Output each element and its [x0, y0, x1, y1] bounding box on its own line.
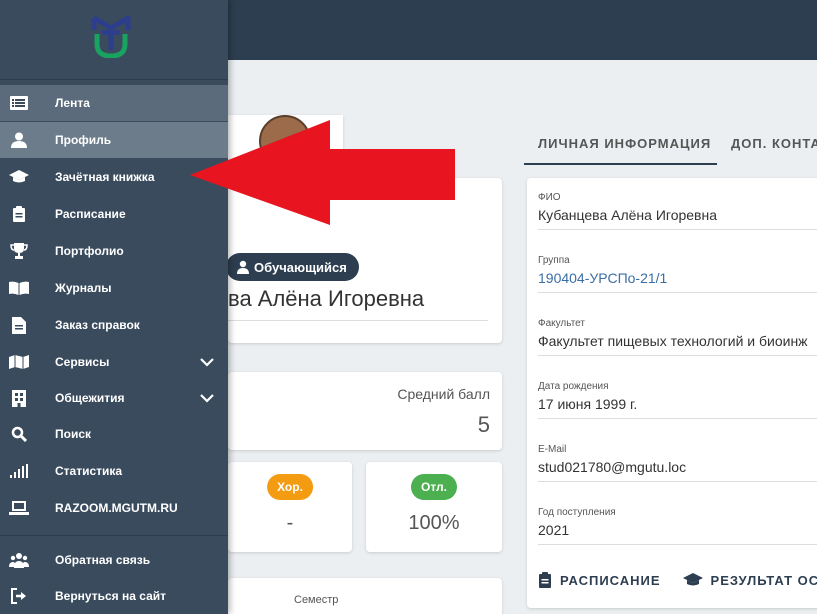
book-open-icon	[9, 278, 29, 298]
email-field: E-Mail stud021780@mgutu.loc	[538, 444, 817, 482]
tab-personal-info[interactable]: ЛИЧНАЯ ИНФОРМАЦИЯ	[538, 136, 711, 151]
chevron-down-icon[interactable]	[198, 353, 216, 371]
personal-info-card: ФИО Кубанцева Алёна Игоревна Группа 1904…	[527, 178, 817, 608]
divider	[228, 320, 488, 321]
signal-bars-icon	[9, 461, 29, 481]
sidebar-item-certificates[interactable]: Заказ справок	[0, 307, 228, 343]
group-field: Группа 190404-УРСПо-21/1	[538, 255, 817, 293]
info-actions: РАСПИСАНИЕ РЕЗУЛЬТАТ ОС	[538, 572, 817, 588]
schedule-button[interactable]: РАСПИСАНИЕ	[538, 572, 661, 588]
semester-label: Семестр	[294, 594, 339, 606]
results-button[interactable]: РЕЗУЛЬТАТ ОС	[682, 572, 817, 588]
fio-label: ФИО	[538, 192, 561, 203]
grade-value: 100%	[408, 512, 460, 534]
grade-label: Отл.	[410, 474, 458, 500]
grade-card-good: Хор. -	[228, 462, 352, 552]
sidebar-item-label: Статистика	[55, 464, 123, 478]
grade-card-excellent: Отл. 100%	[366, 462, 502, 552]
sidebar-item-feed[interactable]: Лента	[0, 85, 228, 121]
document-icon	[9, 315, 29, 335]
sidebar-item-portfolio[interactable]: Портфолио	[0, 233, 228, 269]
laptop-icon	[9, 498, 29, 518]
user-icon	[237, 260, 249, 274]
sidebar-item-label: Расписание	[55, 207, 126, 221]
sidebar-item-dormitories[interactable]: Общежития	[0, 380, 228, 416]
annotation-arrow-icon	[190, 120, 455, 225]
user-icon	[9, 130, 29, 150]
sidebar-item-label: Поиск	[55, 427, 92, 441]
grade-label: Хор.	[267, 474, 313, 500]
role-badge-label: Обучающийся	[254, 259, 347, 275]
tab-contacts[interactable]: ДОП. КОНТА	[731, 136, 817, 151]
profile-tabs: ЛИЧНАЯ ИНФОРМАЦИЯ ДОП. КОНТА	[524, 126, 817, 166]
sign-out-icon	[9, 586, 29, 606]
average-score-card: Средний балл 5	[228, 372, 502, 450]
graduation-cap-icon	[682, 573, 703, 586]
schedule-button-label: РАСПИСАНИЕ	[560, 572, 661, 588]
sidebar-item-label: Лента	[55, 96, 90, 110]
group-label: Группа	[538, 255, 570, 266]
sidebar-item-label: Вернуться на сайт	[55, 589, 167, 603]
tab-active-indicator	[524, 163, 717, 165]
chevron-down-icon[interactable]	[198, 389, 216, 407]
enrollment-year-field: Год поступления 2021	[538, 507, 817, 545]
university-logo	[91, 16, 131, 58]
semester-card: Семестр	[228, 578, 502, 614]
sidebar-item-label: Сервисы	[55, 355, 110, 369]
users-icon	[9, 550, 29, 570]
birth-date-value: 17 июня 1999 г.	[538, 396, 817, 419]
birth-date-label: Дата рождения	[538, 381, 609, 392]
student-name: ва Алёна Игоревна	[228, 286, 425, 311]
faculty-value: Факультет пищевых технологий и биоинж	[538, 333, 817, 356]
sidebar: Лента Профиль Зачётная книжка Расписание…	[0, 0, 228, 614]
faculty-label: Факультет	[538, 318, 585, 329]
sidebar-item-services[interactable]: Сервисы	[0, 344, 228, 380]
sidebar-item-journals[interactable]: Журналы	[0, 270, 228, 306]
enrollment-year-label: Год поступления	[538, 507, 616, 518]
enrollment-year-value: 2021	[538, 522, 817, 545]
map-icon	[9, 352, 29, 372]
email-value: stud021780@mgutu.loc	[538, 459, 817, 482]
sidebar-item-label: Портфолио	[55, 244, 124, 258]
fio-field: ФИО Кубанцева Алёна Игоревна	[538, 192, 817, 230]
average-score-value: 5	[477, 412, 490, 437]
grade-value: -	[286, 512, 294, 534]
email-label: E-Mail	[538, 444, 567, 455]
clipboard-icon	[9, 204, 29, 224]
sidebar-item-search[interactable]: Поиск	[0, 416, 228, 452]
trophy-icon	[9, 241, 29, 261]
results-button-label: РЕЗУЛЬТАТ ОС	[710, 572, 817, 588]
sidebar-item-return-to-site[interactable]: Вернуться на сайт	[0, 578, 228, 614]
sidebar-item-razoom[interactable]: RAZOOM.MGUTM.RU	[0, 490, 228, 526]
faculty-field: Факультет Факультет пищевых технологий и…	[538, 318, 817, 356]
sidebar-item-label: Профиль	[55, 133, 112, 147]
sidebar-item-label: RAZOOM.MGUTM.RU	[55, 501, 178, 515]
list-icon	[9, 93, 29, 113]
graduation-cap-icon	[9, 167, 29, 187]
search-icon	[9, 424, 29, 444]
role-badge: Обучающийся	[226, 253, 359, 281]
average-score-label: Средний балл	[397, 386, 490, 402]
building-icon	[9, 388, 29, 408]
sidebar-item-label: Зачётная книжка	[55, 170, 155, 184]
birth-date-field: Дата рождения 17 июня 1999 г.	[538, 381, 817, 419]
group-link[interactable]: 190404-УРСПо-21/1	[538, 270, 817, 293]
clipboard-icon	[539, 572, 551, 588]
fio-value: Кубанцева Алёна Игоревна	[538, 207, 817, 230]
sidebar-item-label: Общежития	[55, 391, 125, 405]
sidebar-item-label: Заказ справок	[55, 318, 140, 332]
divider	[0, 535, 228, 536]
sidebar-item-feedback[interactable]: Обратная связь	[0, 542, 228, 578]
sidebar-item-label: Обратная связь	[55, 553, 151, 567]
sidebar-item-statistics[interactable]: Статистика	[0, 453, 228, 489]
divider	[0, 79, 228, 80]
sidebar-item-label: Журналы	[55, 281, 112, 295]
